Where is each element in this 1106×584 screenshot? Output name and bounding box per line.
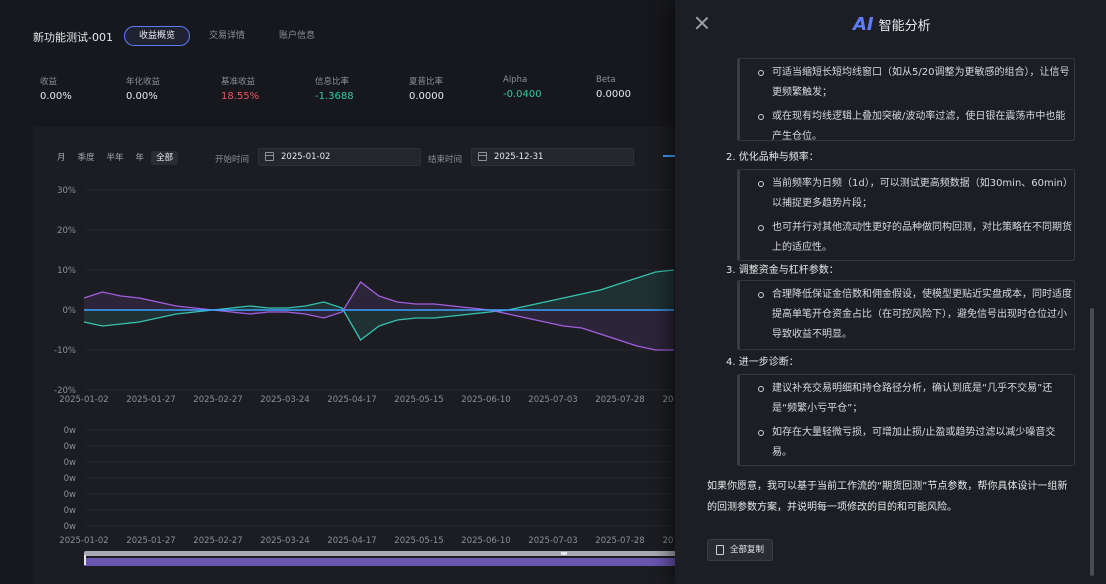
x-tick-label: 2025-01-02	[59, 536, 108, 546]
suggestion-box-1: 可适当缩短长短均线窗口（如从5/20调整为更敏感的组合），让信号更频繁触发； 或…	[737, 58, 1075, 142]
y-tick-label: 0w	[64, 490, 76, 500]
x-tick-label: 2025-01-02	[59, 395, 108, 405]
ai-analysis-content: 可适当缩短长短均线窗口（如从5/20调整为更敏感的组合），让信号更频繁触发； 或…	[675, 58, 1106, 584]
suggestion-box-2: 当前频率为日频（1d），可以测试更高频数据（如30min、60min）以捕捉更多…	[737, 169, 1075, 261]
x-tick-label: 2025-05-15	[394, 536, 443, 546]
x-tick-label: 2025-02-27	[193, 536, 242, 546]
ai-title-text: 智能分析	[878, 19, 931, 34]
list-item: 可适当缩短长短均线窗口（如从5/20调整为更敏感的组合），让信号更频繁触发；	[758, 63, 1074, 103]
y-tick-label: 0w	[64, 474, 76, 484]
y-tick-label: 0w	[64, 426, 76, 436]
x-tick-label: 2025-04-17	[327, 536, 376, 546]
ai-logo: AI	[853, 14, 874, 35]
x-tick-label: 2025-01-27	[126, 395, 175, 405]
ai-panel-scrollbar[interactable]	[1090, 308, 1094, 576]
zoom-range-fill[interactable]	[84, 558, 680, 566]
y-tick-label: 0w	[64, 522, 76, 532]
copy-all-button[interactable]: 全部复制	[707, 539, 774, 561]
ai-analysis-panel: AI 智能分析 可适当缩短长短均线窗口（如从5/20调整为更敏感的组合），让信号…	[675, 0, 1106, 584]
section-title: 3. 调整资金与杠杆参数：	[726, 265, 839, 276]
closing-paragraph: 如果你愿意，我可以基于当前工作流的“期货回测”节点参数，帮你具体设计一组新的回测…	[707, 481, 1068, 513]
x-tick-label: 2025-06-10	[461, 536, 510, 546]
y-tick-label: 0w	[64, 442, 76, 452]
x-tick-label: 2025-03-24	[260, 536, 309, 546]
suggestion-box-3: 合理降低保证金倍数和佣金假设，使模型更贴近实盘成本，同时适度提高单笔开仓资金占比…	[737, 280, 1075, 350]
x-tick-label: 2025-02-27	[193, 395, 242, 405]
x-tick-label: 20	[663, 536, 674, 546]
x-tick-label: 2025-05-15	[394, 395, 443, 405]
y-tick-label: 0w	[64, 506, 76, 516]
x-tick-label: 2025-06-10	[461, 395, 510, 405]
x-tick-label: 2025-07-28	[595, 536, 644, 546]
x-tick-label: 2025-07-03	[528, 536, 577, 546]
y-tick-label: 10%	[57, 266, 76, 276]
copy-all-label: 全部复制	[730, 545, 765, 555]
list-item: 或在现有均线逻辑上叠加突破/波动率过滤，使日银在震荡市中也能产生仓位。	[758, 107, 1074, 147]
y-tick-label: 0w	[64, 458, 76, 468]
x-tick-label: 2025-07-03	[528, 395, 577, 405]
list-item: 如存在大量轻微亏损，可增加止损/止盈或趋势过滤以减少噪音交易。	[758, 423, 1074, 463]
zoom-scrollbar-track[interactable]	[84, 551, 680, 556]
x-tick-label: 2025-01-27	[126, 536, 175, 546]
section-title: 4. 进一步诊断：	[726, 357, 799, 368]
y-tick-label: 20%	[57, 226, 76, 236]
close-icon[interactable]	[695, 16, 709, 30]
y-tick-label: 0%	[63, 306, 77, 316]
x-tick-label: 20	[663, 395, 674, 405]
x-tick-label: 2025-07-28	[595, 395, 644, 405]
clipboard-icon	[716, 545, 724, 555]
list-item: 合理降低保证金倍数和佣金假设，使模型更贴近实盘成本，同时适度提高单笔开仓资金占比…	[758, 285, 1074, 345]
x-tick-label: 2025-04-17	[327, 395, 376, 405]
suggestion-box-4: 建议补充交易明细和持仓路径分析，确认到底是“几乎不交易”还是“频繁小亏平仓”； …	[737, 374, 1075, 466]
list-item: 也可并行对其他流动性更好的品种做同构回测，对比策略在不同期货上的适应性。	[758, 218, 1074, 258]
ai-panel-title: AI 智能分析	[853, 14, 931, 35]
x-tick-label: 2025-03-24	[260, 395, 309, 405]
y-tick-label: 30%	[57, 186, 76, 196]
list-item: 当前频率为日频（1d），可以测试更高频数据（如30min、60min）以捕捉更多…	[758, 174, 1074, 214]
y-tick-label: -10%	[54, 346, 76, 356]
section-title: 2. 优化品种与频率：	[726, 152, 819, 163]
list-item: 建议补充交易明细和持仓路径分析，确认到底是“几乎不交易”还是“频繁小亏平仓”；	[758, 379, 1074, 419]
zoom-left-handle[interactable]	[84, 555, 86, 565]
zoom-middle-grip[interactable]	[561, 552, 567, 555]
